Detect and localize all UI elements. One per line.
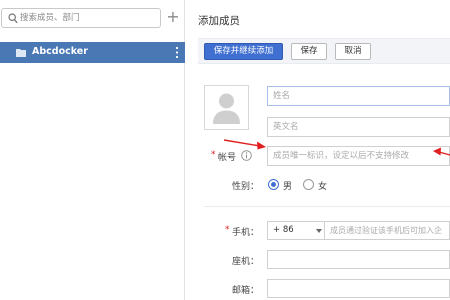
cancel-button[interactable]: 取消 bbox=[335, 43, 371, 60]
account-label: 帐号 bbox=[218, 153, 237, 163]
gender-female-radio[interactable] bbox=[303, 179, 314, 190]
search-icon bbox=[8, 13, 18, 24]
info-icon[interactable] bbox=[241, 150, 252, 161]
department-label: Abcdocker bbox=[32, 46, 88, 57]
country-code-select[interactable]: + 86 bbox=[267, 221, 325, 240]
more-options-icon[interactable] bbox=[173, 45, 181, 60]
gender-male-radio[interactable] bbox=[268, 179, 279, 190]
department-item-abcdocker[interactable]: Abcdocker bbox=[0, 42, 185, 63]
email-label: 邮箱： bbox=[232, 286, 260, 296]
chevron-down-icon bbox=[316, 229, 322, 233]
account-field[interactable] bbox=[267, 146, 450, 166]
search-input[interactable] bbox=[20, 11, 158, 25]
mobile-field[interactable] bbox=[325, 221, 450, 240]
english-name-field[interactable] bbox=[267, 117, 450, 137]
gender-female-label: 女 bbox=[318, 182, 328, 192]
sidebar: + Abcdocker bbox=[0, 0, 185, 300]
user-silhouette-icon bbox=[213, 93, 240, 124]
save-button[interactable]: 保存 bbox=[291, 43, 327, 60]
annotation-arrow-icon bbox=[223, 139, 266, 150]
toolbar: 保存并继续添加 保存 取消 bbox=[198, 38, 450, 64]
mobile-label: 手机： bbox=[232, 228, 260, 238]
add-icon[interactable]: + bbox=[166, 9, 180, 25]
phone-field[interactable] bbox=[267, 250, 450, 269]
annotation-arrow-icon bbox=[433, 147, 450, 156]
save-and-continue-button[interactable]: 保存并继续添加 bbox=[204, 43, 283, 60]
page-title: 添加成员 bbox=[198, 15, 240, 27]
required-mark: * bbox=[225, 225, 230, 235]
avatar-upload[interactable] bbox=[204, 85, 249, 130]
search-box[interactable] bbox=[1, 8, 161, 28]
country-code-value: + 86 bbox=[273, 225, 294, 235]
required-mark: * bbox=[211, 150, 216, 160]
phone-label: 座机： bbox=[232, 257, 260, 267]
section-divider bbox=[204, 206, 450, 207]
gender-label: 性别： bbox=[232, 182, 260, 192]
email-field[interactable] bbox=[267, 279, 450, 298]
folder-icon bbox=[16, 49, 26, 57]
gender-male-label: 男 bbox=[283, 182, 293, 192]
name-field[interactable] bbox=[267, 86, 450, 106]
